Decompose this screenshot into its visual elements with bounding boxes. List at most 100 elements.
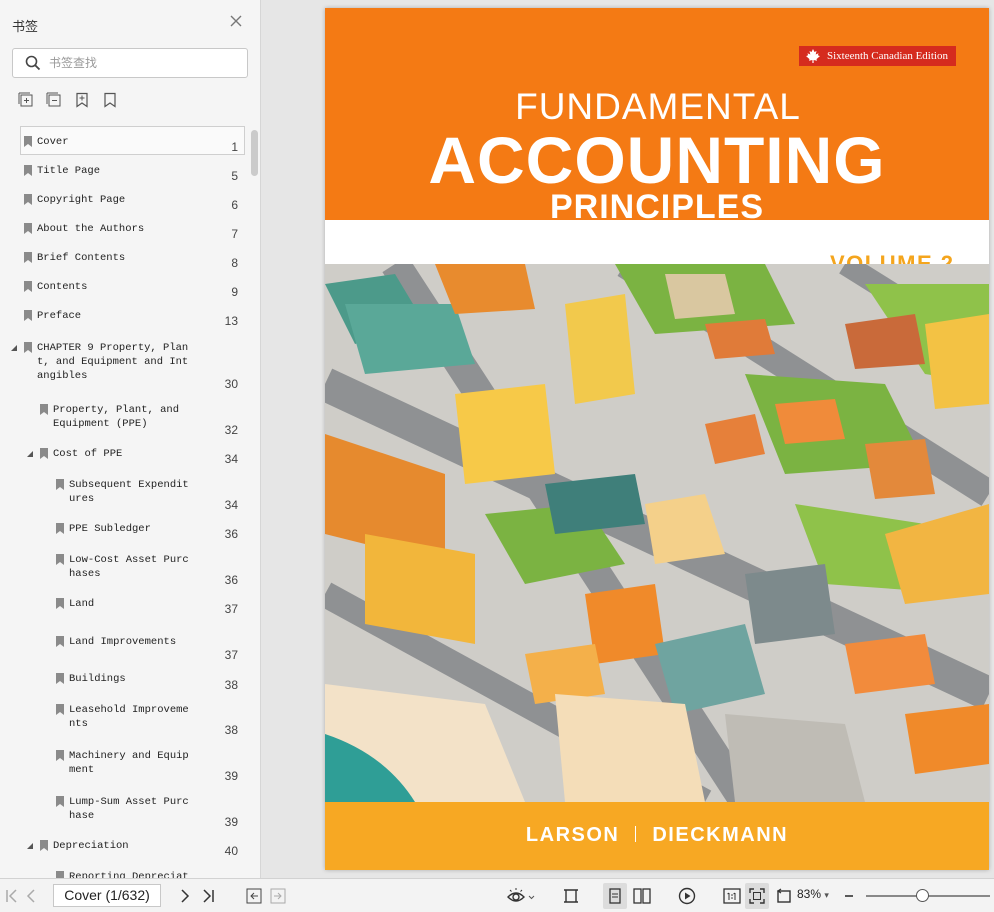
- next-page-icon[interactable]: [174, 886, 194, 906]
- bookmark-label: Cover: [37, 136, 69, 148]
- bookmark-page-number: 34: [224, 498, 238, 512]
- bookmark-flag-icon: [56, 750, 64, 761]
- zoom-out-icon[interactable]: [841, 886, 861, 906]
- bookmark-label: Machinery and Equip ment: [69, 750, 189, 776]
- rotate-icon[interactable]: [774, 886, 794, 906]
- bookmark-flag-icon: [40, 448, 48, 459]
- chevron-down-icon: ▾: [824, 890, 829, 900]
- bookmark-item[interactable]: Property, Plant, and Equipment (PPE) 32: [0, 403, 250, 443]
- bookmark-label: About the Authors: [37, 223, 145, 235]
- bookmark-page-number: 37: [224, 648, 238, 662]
- edition-text: Sixteenth Canadian Edition: [827, 50, 948, 62]
- bookmark-page-number: 39: [224, 815, 238, 829]
- zoom-dropdown[interactable]: 83% ▾: [797, 887, 829, 901]
- bookmark-item[interactable]: CHAPTER 9 Property, Plan t, and Equipmen…: [0, 341, 250, 391]
- bookmark-label: Cost of PPE: [53, 448, 123, 460]
- cover-footer-band: LARSON DIECKMANN: [325, 802, 989, 870]
- bookmark-tree: Cover 1 Title Page 5 Copyright Page 6 About th…: [0, 122, 250, 878]
- pdf-reader-window: 书签 Cover1Title Page5Copyright P: [0, 0, 994, 912]
- bookmark-flag-icon: [56, 704, 64, 715]
- bookmark-item[interactable]: Machinery and Equip ment 39: [0, 749, 250, 789]
- bookmark-label: Property, Plant, and Equipment (PPE): [53, 404, 180, 430]
- maple-leaf-icon: [805, 49, 821, 70]
- bookmark-item[interactable]: Reporting Depreciat: [0, 870, 250, 878]
- bookmark-item[interactable]: Subsequent Expendit ures 34: [0, 478, 250, 518]
- author-dieckmann: DIECKMANN: [652, 824, 789, 846]
- bookmark-page-number: 1: [231, 140, 238, 154]
- bookmark-flag-icon: [56, 479, 64, 490]
- bookmark-page-number: 32: [224, 423, 238, 437]
- bookmark-flag-icon: [24, 165, 32, 176]
- bookmark-page-number: 8: [231, 256, 238, 270]
- bookmark-label: Title Page: [37, 165, 101, 177]
- bookmark-page-number: 39: [224, 769, 238, 783]
- bookmark-search-box[interactable]: [12, 48, 248, 78]
- bookmark-flag-icon: [24, 136, 32, 147]
- search-icon: [25, 55, 41, 76]
- bookmark-flag-icon: [56, 871, 64, 878]
- back-icon[interactable]: [244, 886, 264, 906]
- bookmark-label: Subsequent Expendit ures: [69, 479, 189, 505]
- bookmark-page-number: 38: [224, 723, 238, 737]
- bookmark-label: Buildings: [69, 673, 126, 685]
- bookmark-item[interactable]: Land 37: [0, 597, 250, 637]
- bookmark-label: Depreciation: [53, 840, 129, 852]
- bookmark-flag-icon: [40, 404, 48, 415]
- bottom-toolbar: Cover (1/632) 83% ▾: [0, 878, 994, 912]
- add-bookmark-icon[interactable]: [74, 92, 90, 108]
- bookmark-flag-icon: [56, 554, 64, 565]
- play-slideshow-icon[interactable]: [677, 886, 697, 906]
- bookmark-page-number: 30: [224, 377, 238, 391]
- collapse-all-icon[interactable]: [46, 92, 62, 108]
- forward-icon[interactable]: [268, 886, 288, 906]
- expand-all-icon[interactable]: [18, 92, 34, 108]
- bookmark-flag-icon: [40, 840, 48, 851]
- bookmark-page-number: 34: [224, 452, 238, 466]
- bookmark-item[interactable]: Low-Cost Asset Purc hases 36: [0, 553, 250, 593]
- bookmark-page-number: 37: [224, 602, 238, 616]
- document-view[interactable]: Sixteenth Canadian Edition FUNDAMENTAL A…: [262, 0, 994, 878]
- sidebar-scrollbar-thumb[interactable]: [251, 130, 258, 176]
- bookmark-page-number: 38: [224, 678, 238, 692]
- fit-width-icon[interactable]: [561, 886, 581, 906]
- bookmark-panel: 书签 Cover1Title Page5Copyright P: [0, 0, 261, 878]
- expand-triangle-icon[interactable]: [10, 344, 18, 352]
- fit-page-icon[interactable]: [747, 886, 767, 906]
- bookmark-page-number: 5: [231, 169, 238, 183]
- single-page-icon[interactable]: [605, 886, 625, 906]
- expand-triangle-icon[interactable]: [26, 842, 34, 850]
- bookmark-label: Land Improvements: [69, 636, 177, 648]
- bookmark-label: Contents: [37, 281, 88, 293]
- zoom-slider-handle[interactable]: [916, 889, 929, 902]
- author-separator: [635, 826, 637, 842]
- bookmark-label: Low-Cost Asset Purc hases: [69, 554, 189, 580]
- bookmark-label: PPE Subledger: [69, 523, 151, 535]
- bookmark-flag-icon: [56, 673, 64, 684]
- bookmark-flag-icon: [56, 598, 64, 609]
- last-page-icon[interactable]: [198, 886, 218, 906]
- bookmark-search-input[interactable]: [49, 54, 239, 72]
- previous-page-icon[interactable]: [22, 886, 42, 906]
- zoom-value: 83%: [797, 887, 822, 901]
- pdf-page-cover: Sixteenth Canadian Edition FUNDAMENTAL A…: [325, 8, 989, 870]
- actual-size-icon[interactable]: [722, 886, 742, 906]
- cover-title-line2: ACCOUNTING: [428, 123, 886, 197]
- bookmark-flag-icon: [24, 342, 32, 353]
- two-page-icon[interactable]: [632, 886, 652, 906]
- bookmark-flag-icon: [24, 310, 32, 321]
- bookmark-page-number: 7: [231, 227, 238, 241]
- bookmark-item[interactable]: Lump-Sum Asset Purc hase 39: [0, 795, 250, 835]
- bookmark-flag-icon: [24, 194, 32, 205]
- city-illustration: [325, 264, 989, 802]
- bookmark-icon[interactable]: [102, 92, 118, 108]
- bookmark-label: Lump-Sum Asset Purc hase: [69, 796, 189, 822]
- close-icon[interactable]: [228, 15, 244, 31]
- eye-protection-icon[interactable]: [506, 886, 536, 906]
- bookmark-label: Copyright Page: [37, 194, 126, 206]
- page-number-input[interactable]: Cover (1/632): [53, 884, 161, 907]
- expand-triangle-icon[interactable]: [26, 450, 34, 458]
- bookmark-item[interactable]: Leasehold Improveme nts 38: [0, 703, 250, 743]
- bookmark-item[interactable]: Land Improvements 37: [0, 635, 250, 675]
- bookmark-label: Reporting Depreciat: [69, 871, 189, 878]
- first-page-icon[interactable]: [2, 886, 22, 906]
